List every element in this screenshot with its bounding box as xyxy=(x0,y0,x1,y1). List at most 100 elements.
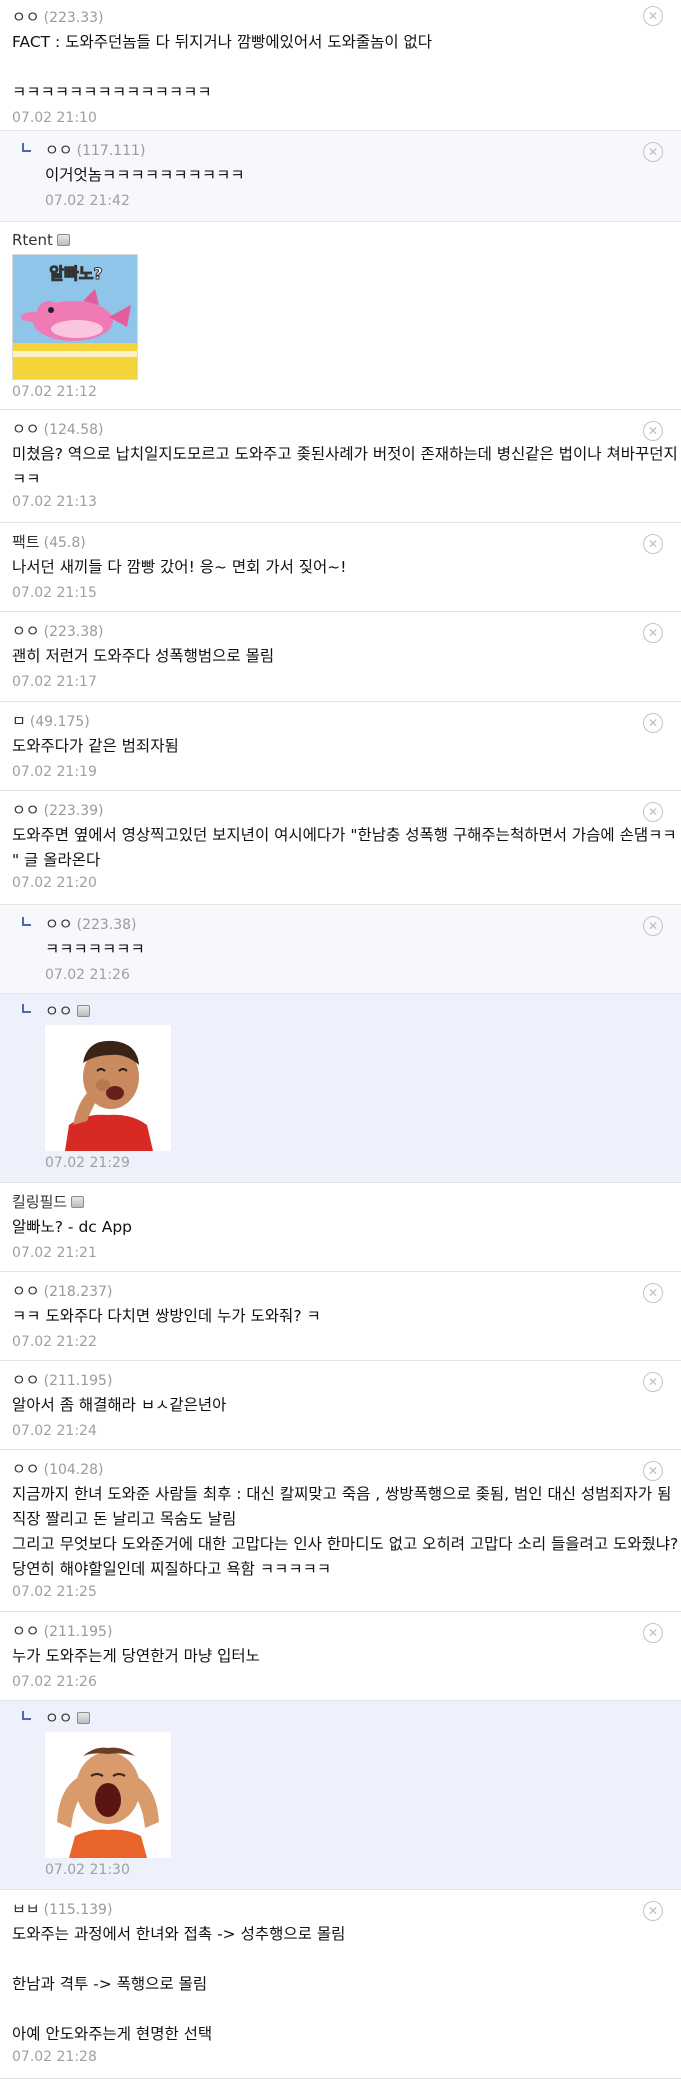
comment-author[interactable]: ㅇㅇ xyxy=(12,8,40,26)
delete-icon[interactable]: ✕ xyxy=(643,623,663,643)
delete-icon[interactable]: ✕ xyxy=(643,1372,663,1392)
comment-date: 07.02 21:15 xyxy=(12,585,97,601)
comment-text: 알아서 좀 해결해라 ㅂㅅ같은년아 xyxy=(12,1396,227,1414)
comment-author[interactable]: ㅂㅂ xyxy=(12,1900,40,1918)
comment-text: FACT : 도와주던놈들 다 뒤지거나 깜빵에있어서 도와줄놈이 없다 ㅋㅋㅋ… xyxy=(12,33,433,101)
comment-header: ㅇㅇ (104.28) xyxy=(12,1459,681,1479)
comment-date: 07.02 21:19 xyxy=(12,764,97,780)
comment-date: 07.02 21:26 xyxy=(45,967,130,983)
comment-author[interactable]: ㅇㅇ xyxy=(12,1460,40,1478)
comment-text: 도와주다가 같은 범죄자됨 xyxy=(12,737,179,755)
comment-author[interactable]: ㅇㅇ xyxy=(45,915,73,933)
comment-header: ㅇㅇ (223.39) xyxy=(12,800,681,820)
delete-icon[interactable]: ✕ xyxy=(643,534,663,554)
comment-date: 07.02 21:13 xyxy=(12,494,97,510)
comment-author[interactable]: ㅇㅇ xyxy=(12,1371,40,1389)
comment-text: 누가 도와주는게 당연한거 마냥 입터노 xyxy=(12,1647,260,1665)
comment-ip: (124.58) xyxy=(43,422,104,438)
comment: 킬링필드 알빠노? - dc App 07.02 21:21 xyxy=(0,1183,681,1272)
delete-icon[interactable]: ✕ xyxy=(643,1461,663,1481)
comment: ㅇㅇ (223.33) FACT : 도와주던놈들 다 뒤지거나 깜빵에있어서 도… xyxy=(0,0,681,131)
comment-header: ㅇㅇ (223.38) xyxy=(12,621,681,641)
comment-image xyxy=(45,1025,171,1151)
comment-text: 괜히 저런거 도와주다 성폭행범으로 몰림 xyxy=(12,647,275,665)
comment: ㅁ (49.175) 도와주다가 같은 범죄자됨 07.02 21:19 ✕ xyxy=(0,702,681,791)
comment-author[interactable]: ㅁ xyxy=(12,712,26,730)
delete-icon[interactable]: ✕ xyxy=(643,713,663,733)
comment-ip: (223.39) xyxy=(43,803,104,819)
comment-header: Rtent xyxy=(12,230,681,250)
comment-ip: (211.195) xyxy=(43,1624,113,1640)
comment-date: 07.02 21:17 xyxy=(12,674,97,690)
delete-icon[interactable]: ✕ xyxy=(643,916,663,936)
delete-icon[interactable]: ✕ xyxy=(643,142,663,162)
comment-header: ㅇㅇ (223.33) xyxy=(12,7,681,27)
comment-date: 07.02 21:25 xyxy=(12,1584,97,1600)
comment-author[interactable]: 킬링필드 xyxy=(12,1193,67,1211)
comment-ip: (104.28) xyxy=(43,1462,104,1478)
comment-header: ㅇㅇ (124.58) xyxy=(12,419,681,439)
comment-header: 킬링필드 xyxy=(12,1192,681,1212)
comment-ip: (211.195) xyxy=(43,1373,113,1389)
comment-date: 07.02 21:10 xyxy=(12,110,97,126)
comment-text: ㅋㅋ 도와주다 다치면 쌍방인데 누가 도와줘? ㅋ xyxy=(12,1307,321,1325)
comment-author[interactable]: ㅇㅇ xyxy=(12,420,40,438)
comment-text: 알빠노? - dc App xyxy=(12,1218,133,1236)
comment-ip: (49.175) xyxy=(29,714,90,730)
comment-header: ㅇㅇ xyxy=(45,1001,681,1021)
comment-author[interactable]: 팩트 xyxy=(12,533,40,551)
comment-date: 07.02 21:21 xyxy=(12,1245,97,1261)
comment-author[interactable]: ㅇㅇ xyxy=(12,1282,40,1300)
comment-author[interactable]: ㅇㅇ xyxy=(45,1002,73,1020)
comment-header: ㅇㅇ xyxy=(45,1708,681,1728)
reply-arrow-icon xyxy=(22,143,31,152)
comment-author[interactable]: ㅇㅇ xyxy=(45,141,73,159)
comment: ㅇㅇ (104.28) 지금까지 한녀 도와준 사람들 최후 : 대신 칼찌맞고 … xyxy=(0,1450,681,1612)
comment-ip: (45.8) xyxy=(43,535,86,551)
comment-header: ㅁ (49.175) xyxy=(12,711,681,731)
delete-icon[interactable]: ✕ xyxy=(643,802,663,822)
gallog-icon[interactable] xyxy=(71,1196,85,1208)
reply-arrow-icon xyxy=(22,1004,31,1013)
delete-icon[interactable]: ✕ xyxy=(643,6,663,26)
comment: ㅇㅇ (211.195) 누가 도와주는게 당연한거 마냥 입터노 07.02 2… xyxy=(0,1612,681,1701)
gallog-icon[interactable] xyxy=(56,234,70,246)
reply-comment: ㅇㅇ 07.02 21:30 xyxy=(0,1701,681,1890)
comment: ㅇㅇ (223.38) 괜히 저런거 도와주다 성폭행범으로 몰림 07.02 2… xyxy=(0,612,681,702)
reply-arrow-icon xyxy=(22,1711,31,1720)
comment-author[interactable]: ㅇㅇ xyxy=(12,1622,40,1640)
comment-header: ㅇㅇ (117.111) xyxy=(45,140,681,160)
delete-icon[interactable]: ✕ xyxy=(643,1283,663,1303)
comment-text: 도와주면 옆에서 영상찍고있던 보지년이 여시에다가 "한남충 성폭행 구해주는… xyxy=(12,826,677,869)
comment-ip: (115.139) xyxy=(43,1902,113,1918)
dccon-image: 알빠노? xyxy=(12,254,138,380)
comment-text: 지금까지 한녀 도와준 사람들 최후 : 대신 칼찌맞고 죽음 , 쌍방폭행으로… xyxy=(12,1485,679,1578)
reply-comment: ㅇㅇ (117.111) 이거엇놈ㅋㅋㅋㅋㅋㅋㅋㅋㅋㅋ 07.02 21:42 ✕ xyxy=(0,131,681,222)
comment-text: 나서던 새끼들 다 깜빵 갔어! 응~ 면회 가서 짖어~! xyxy=(12,558,347,576)
delete-icon[interactable]: ✕ xyxy=(643,1901,663,1921)
comment-text: 도와주는 과정에서 한녀와 접촉 -> 성추행으로 몰림 한남과 격투 -> 폭… xyxy=(12,1925,346,2043)
comment: ㅇㅇ (211.195) 알아서 좀 해결해라 ㅂㅅ같은년아 07.02 21:2… xyxy=(0,1361,681,1450)
comment-author[interactable]: ㅇㅇ xyxy=(12,622,40,640)
comment-ip: (218.237) xyxy=(43,1284,113,1300)
comment: ㅇㅇ (124.58) 미쳤음? 역으로 납치일지도모르고 도와주고 좆된사례가 … xyxy=(0,410,681,523)
comment-author[interactable]: ㅇㅇ xyxy=(12,801,40,819)
comment-author[interactable]: ㅇㅇ xyxy=(45,1709,73,1727)
delete-icon[interactable]: ✕ xyxy=(643,421,663,441)
reply-comment: ㅇㅇ (223.38) ㅋㅋㅋㅋㅋㅋㅋ 07.02 21:26 ✕ xyxy=(0,905,681,994)
comment-ip: (117.111) xyxy=(76,143,146,159)
comment-header: ㅇㅇ (223.38) xyxy=(45,914,681,934)
comment: Rtent 알빠노? 07.02 21:12 xyxy=(0,222,681,410)
reply-arrow-icon xyxy=(22,917,31,926)
comment-author[interactable]: Rtent xyxy=(12,231,53,249)
gallog-icon[interactable] xyxy=(76,1712,90,1724)
comment-header: ㅂㅂ (115.139) xyxy=(12,1899,681,1919)
comment-text: ㅋㅋㅋㅋㅋㅋㅋ xyxy=(45,940,145,958)
comment-date: 07.02 21:42 xyxy=(45,193,130,209)
comment-header: ㅇㅇ (218.237) xyxy=(12,1281,681,1301)
delete-icon[interactable]: ✕ xyxy=(643,1623,663,1643)
comment-date: 07.02 21:22 xyxy=(12,1334,97,1350)
gallog-icon[interactable] xyxy=(76,1005,90,1017)
comment-ip: (223.33) xyxy=(43,10,104,26)
comment-list: ㅇㅇ (223.33) FACT : 도와주던놈들 다 뒤지거나 깜빵에있어서 도… xyxy=(0,0,681,2079)
